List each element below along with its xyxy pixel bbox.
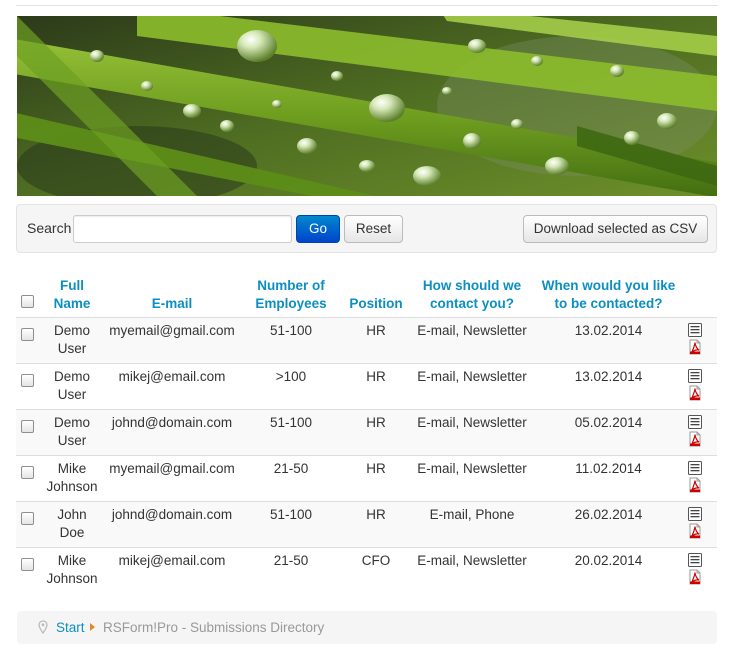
cell-full-name: Mike Johnson: [42, 454, 102, 501]
table-header-row: Full Name E-mail Number of Employees Pos…: [16, 271, 717, 317]
row-checkbox[interactable]: [21, 465, 34, 479]
table-row: Demo User johnd@domain.com 51-100 HR E-m…: [16, 408, 717, 455]
row-checkbox-cell: [16, 362, 42, 409]
pdf-icon[interactable]: [687, 339, 703, 355]
cell-position: HR: [340, 316, 412, 363]
cell-employees: >100: [242, 362, 340, 409]
pdf-icon[interactable]: [687, 431, 703, 447]
cell-date: 13.02.2014: [532, 362, 685, 409]
cell-email: myemail@gmail.com: [102, 454, 242, 501]
cell-position: HR: [340, 408, 412, 455]
column-header-position[interactable]: Position: [340, 271, 412, 317]
row-checkbox-cell: [16, 546, 42, 593]
submissions-table: Full Name E-mail Number of Employees Pos…: [16, 271, 717, 593]
table-row: Mike Johnson myemail@gmail.com 21-50 HR …: [16, 454, 717, 501]
cell-employees: 21-50: [242, 454, 340, 501]
column-header-contact[interactable]: How should we contact you?: [412, 271, 532, 317]
cell-full-name: Demo User: [42, 408, 102, 455]
cell-full-name: Demo User: [42, 362, 102, 409]
table-row: John Doe johnd@domain.com 51-100 HR E-ma…: [16, 500, 717, 547]
search-label: Search: [27, 220, 72, 236]
pdf-icon[interactable]: [687, 477, 703, 493]
map-pin-icon: [38, 620, 48, 634]
cell-position: HR: [340, 454, 412, 501]
column-header-when[interactable]: When would you like to be contacted?: [532, 271, 685, 317]
cell-date: 05.02.2014: [532, 408, 685, 455]
row-actions: [685, 316, 717, 363]
search-input[interactable]: [73, 215, 292, 243]
table-row: Mike Johnson mikej@email.com 21-50 CFO E…: [16, 546, 717, 593]
column-header-actions: [685, 271, 717, 317]
top-divider: [16, 5, 718, 6]
cell-date: 11.02.2014: [532, 454, 685, 501]
list-details-icon[interactable]: [687, 322, 703, 338]
cell-contact: E-mail, Newsletter: [412, 362, 532, 409]
cell-full-name: John Doe: [42, 500, 102, 547]
cell-employees: 21-50: [242, 546, 340, 593]
cell-email: myemail@gmail.com: [102, 316, 242, 363]
cell-employees: 51-100: [242, 316, 340, 363]
select-all-checkbox[interactable]: [21, 294, 34, 308]
list-details-icon[interactable]: [687, 506, 703, 522]
cell-employees: 51-100: [242, 500, 340, 547]
column-header-email[interactable]: E-mail: [102, 271, 242, 317]
breadcrumb-current-page: RSForm!Pro - Submissions Directory: [103, 620, 325, 635]
cell-position: HR: [340, 362, 412, 409]
cell-email: mikej@email.com: [102, 546, 242, 593]
row-checkbox[interactable]: [21, 373, 34, 387]
cell-contact: E-mail, Phone: [412, 500, 532, 547]
row-checkbox[interactable]: [21, 511, 34, 525]
cell-date: 13.02.2014: [532, 316, 685, 363]
row-actions: [685, 408, 717, 455]
table-row: Demo User myemail@gmail.com 51-100 HR E-…: [16, 316, 717, 363]
cell-email: mikej@email.com: [102, 362, 242, 409]
cell-contact: E-mail, Newsletter: [412, 316, 532, 363]
row-actions: [685, 500, 717, 547]
row-actions: [685, 362, 717, 409]
list-details-icon[interactable]: [687, 552, 703, 568]
cell-email: johnd@domain.com: [102, 500, 242, 547]
cell-full-name: Mike Johnson: [42, 546, 102, 593]
cell-date: 20.02.2014: [532, 546, 685, 593]
breadcrumb-start-link[interactable]: Start: [56, 611, 85, 644]
select-all-checkbox-cell: [16, 271, 42, 317]
list-details-icon[interactable]: [687, 368, 703, 384]
download-csv-button[interactable]: Download selected as CSV: [523, 215, 708, 243]
row-checkbox[interactable]: [21, 327, 34, 341]
pdf-icon[interactable]: [687, 523, 703, 539]
reset-button[interactable]: Reset: [344, 215, 403, 243]
row-actions: [685, 454, 717, 501]
cell-position: CFO: [340, 546, 412, 593]
cell-employees: 51-100: [242, 408, 340, 455]
pdf-icon[interactable]: [687, 569, 703, 585]
search-toolbar: Search Go Reset Download selected as CSV: [16, 204, 717, 253]
go-button[interactable]: Go: [296, 215, 340, 243]
row-checkbox-cell: [16, 454, 42, 501]
table-row: Demo User mikej@email.com >100 HR E-mail…: [16, 362, 717, 409]
column-header-employees[interactable]: Number of Employees: [242, 271, 340, 317]
list-details-icon[interactable]: [687, 460, 703, 476]
cell-email: johnd@domain.com: [102, 408, 242, 455]
row-checkbox[interactable]: [21, 419, 34, 433]
row-checkbox-cell: [16, 500, 42, 547]
cell-contact: E-mail, Newsletter: [412, 454, 532, 501]
column-header-full-name[interactable]: Full Name: [42, 271, 102, 317]
cell-full-name: Demo User: [42, 316, 102, 363]
list-details-icon[interactable]: [687, 414, 703, 430]
cell-contact: E-mail, Newsletter: [412, 408, 532, 455]
grass-dew-illustration: [17, 16, 717, 196]
header-banner-image: [17, 16, 717, 196]
row-checkbox[interactable]: [21, 557, 34, 571]
breadcrumb-separator-arrow-icon: [90, 623, 95, 631]
row-checkbox-cell: [16, 316, 42, 363]
cell-position: HR: [340, 500, 412, 547]
pdf-icon[interactable]: [687, 385, 703, 401]
row-checkbox-cell: [16, 408, 42, 455]
cell-date: 26.02.2014: [532, 500, 685, 547]
cell-contact: E-mail, Newsletter: [412, 546, 532, 593]
row-actions: [685, 546, 717, 593]
breadcrumb: Start RSForm!Pro - Submissions Directory: [17, 611, 717, 644]
